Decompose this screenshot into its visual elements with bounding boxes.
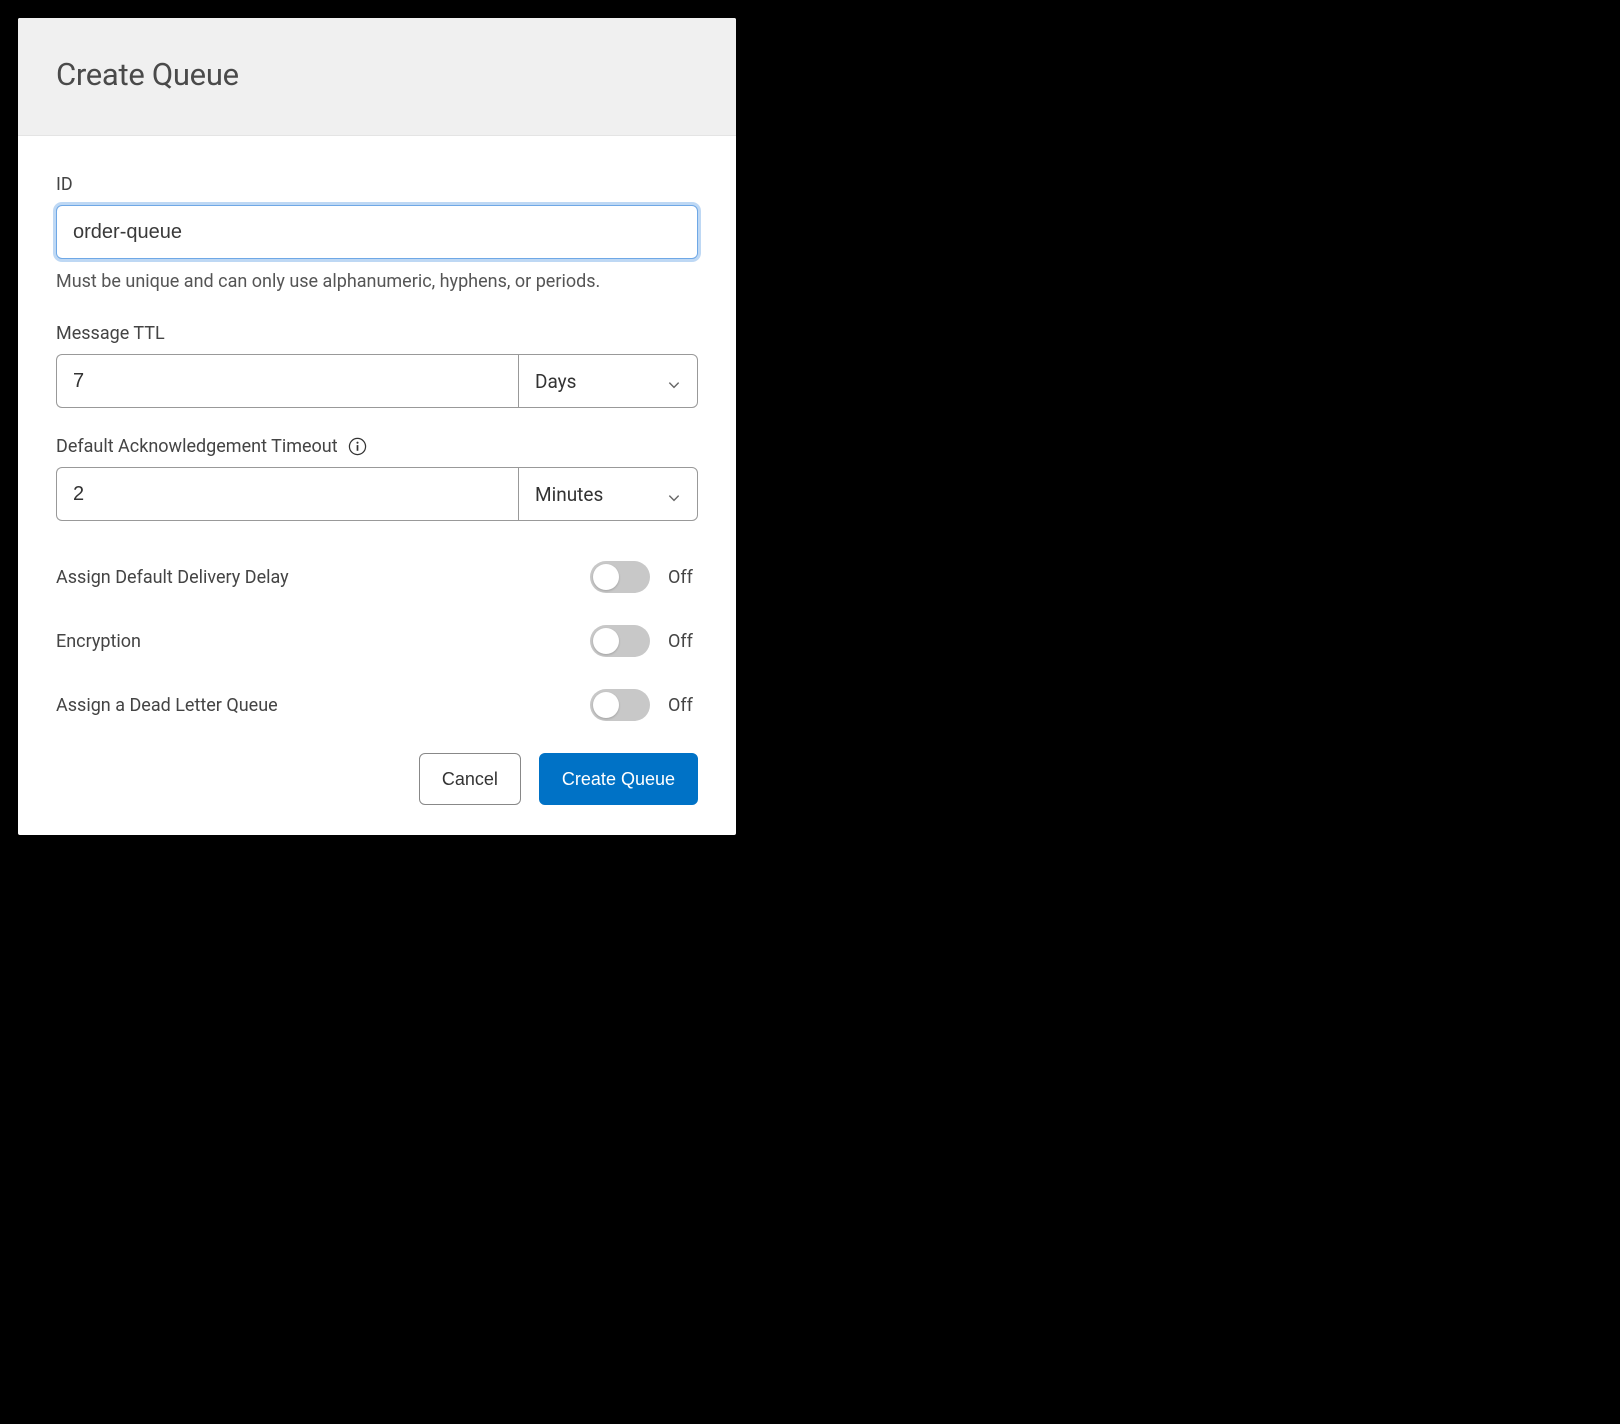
ttl-unit-value: Days — [535, 370, 576, 393]
cancel-button[interactable]: Cancel — [419, 753, 521, 805]
ttl-unit-select[interactable]: Days — [518, 354, 698, 408]
dialog-body: ID Must be unique and can only use alpha… — [18, 136, 736, 835]
dlq-toggle[interactable] — [590, 689, 650, 721]
encryption-label: Encryption — [56, 631, 141, 652]
ack-timeout-unit-select[interactable]: Minutes — [518, 467, 698, 521]
ack-timeout-label-text: Default Acknowledgement Timeout — [56, 436, 338, 457]
id-help-text: Must be unique and can only use alphanum… — [56, 269, 656, 295]
info-icon[interactable] — [348, 437, 367, 456]
id-field-group: ID Must be unique and can only use alpha… — [56, 174, 698, 295]
ttl-label: Message TTL — [56, 323, 698, 344]
create-queue-dialog: Create Queue ID Must be unique and can o… — [18, 18, 736, 835]
dialog-footer: Cancel Create Queue — [56, 753, 698, 805]
chevron-down-icon — [667, 374, 681, 388]
toggle-knob — [593, 564, 619, 590]
ttl-value-input[interactable] — [56, 354, 518, 408]
ttl-field-group: Message TTL Days — [56, 323, 698, 408]
dlq-row: Assign a Dead Letter Queue Off — [56, 689, 698, 721]
toggle-knob — [593, 692, 619, 718]
ack-timeout-value-input[interactable] — [56, 467, 518, 521]
ack-timeout-label: Default Acknowledgement Timeout — [56, 436, 698, 457]
id-label: ID — [56, 174, 698, 195]
dlq-state: Off — [668, 695, 698, 716]
delivery-delay-row: Assign Default Delivery Delay Off — [56, 561, 698, 593]
delivery-delay-toggle[interactable] — [590, 561, 650, 593]
id-input[interactable] — [56, 205, 698, 259]
create-queue-button[interactable]: Create Queue — [539, 753, 698, 805]
dialog-header: Create Queue — [18, 18, 736, 136]
encryption-row: Encryption Off — [56, 625, 698, 657]
delivery-delay-label: Assign Default Delivery Delay — [56, 567, 289, 588]
encryption-state: Off — [668, 631, 698, 652]
delivery-delay-state: Off — [668, 567, 698, 588]
dlq-label: Assign a Dead Letter Queue — [56, 695, 278, 716]
encryption-toggle[interactable] — [590, 625, 650, 657]
toggle-knob — [593, 628, 619, 654]
dialog-title: Create Queue — [56, 56, 698, 93]
ack-timeout-field-group: Default Acknowledgement Timeout Minutes — [56, 436, 698, 521]
ack-timeout-unit-value: Minutes — [535, 483, 603, 506]
chevron-down-icon — [667, 487, 681, 501]
